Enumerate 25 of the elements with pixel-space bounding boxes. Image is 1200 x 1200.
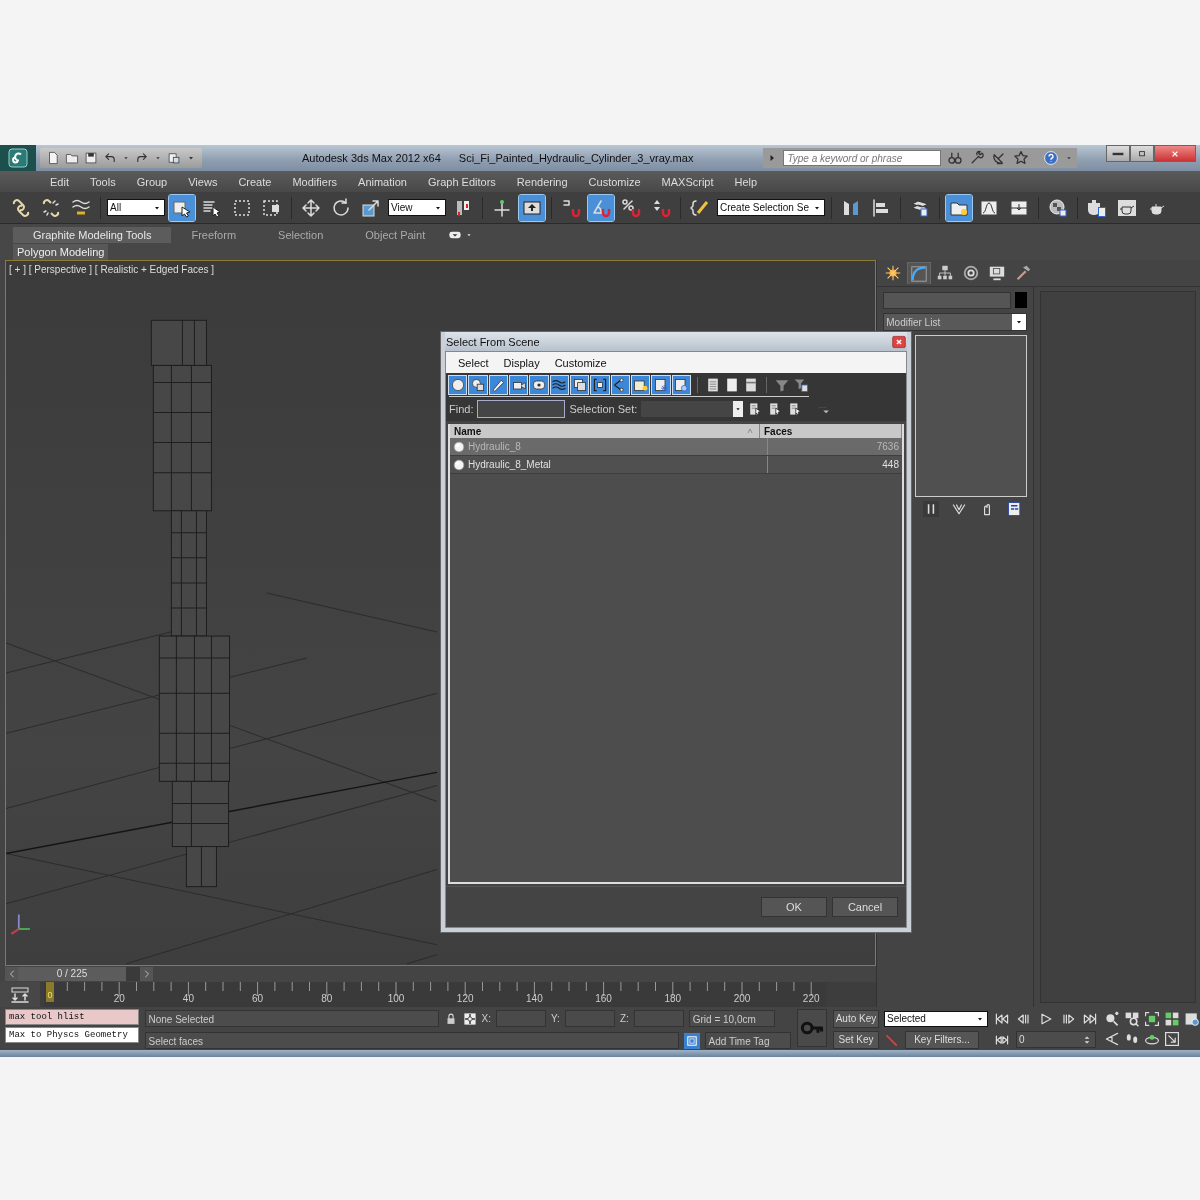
- frame-number: 20: [112, 993, 126, 1004]
- face-count: 7636: [875, 441, 900, 452]
- selection-status: None Selected: [144, 1010, 439, 1027]
- frame-number: 120: [455, 993, 475, 1004]
- frame-number: 80: [320, 993, 334, 1004]
- coordinate-label: Y:: [550, 1013, 560, 1024]
- object-name: Hydraulic_8_Metal: [468, 456, 768, 473]
- window-title: Autodesk 3ds Max 2012 x64: [302, 152, 441, 164]
- file-name: Sci_Fi_Painted_Hydraulic_Cylinder_3_vray.max: [458, 152, 694, 164]
- object-name: Hydraulic_8: [468, 438, 768, 455]
- dialog-title: Select From Scene: [446, 335, 540, 348]
- frame-number: 160: [594, 993, 613, 1004]
- face-count: 448: [881, 459, 900, 470]
- grid-size: Grid = 10,0cm: [688, 1010, 775, 1027]
- coordinate-label: Z:: [619, 1013, 629, 1024]
- frame-number: 220: [801, 993, 821, 1004]
- selection-set-label: Selection Set:: [569, 403, 638, 415]
- frame-number: 180: [663, 993, 683, 1004]
- frame-number: 100: [386, 993, 406, 1004]
- frame-number: 140: [525, 993, 544, 1004]
- coordinate-label: X:: [481, 1013, 491, 1024]
- frame-number: 40: [181, 993, 195, 1004]
- find-label: Find:: [449, 403, 474, 415]
- frame-number: 200: [732, 993, 752, 1004]
- frame-number: 60: [251, 993, 265, 1004]
